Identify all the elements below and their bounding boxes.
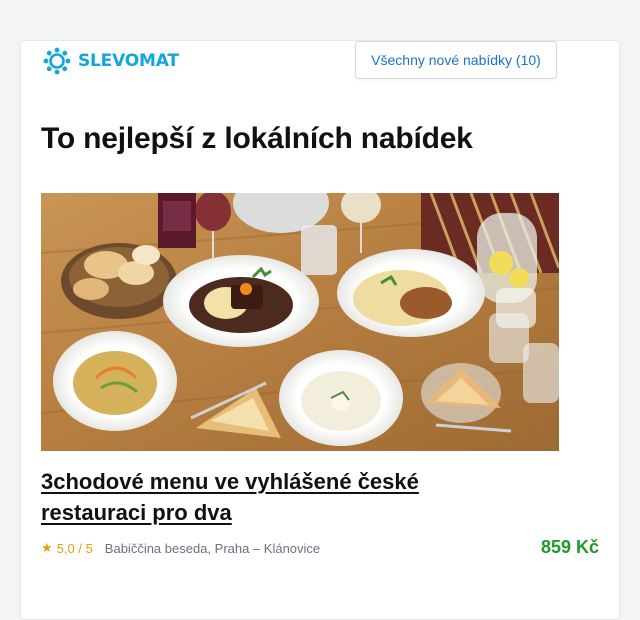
offer-price: 859 Kč [540, 537, 599, 557]
offer-image[interactable] [41, 193, 559, 451]
logo-text: SLEVOMAT [78, 51, 179, 71]
gear-icon [43, 47, 71, 75]
offer-location: Babiččina beseda, Praha – Klánovice [104, 540, 321, 556]
offer-meta: ★ 5,0 / 5 Babiččina beseda, Praha – Klán… [41, 540, 320, 556]
star-icon: ★ [41, 540, 53, 555]
offer-title-link[interactable]: 3chodové menu ve vyhlášené české restaur… [41, 466, 511, 528]
slevomat-logo[interactable]: SLEVOMAT [42, 46, 179, 76]
offer-rating: 5,0 / 5 [56, 540, 93, 556]
page-headline: To nejlepší z lokálních nabídek [41, 122, 473, 155]
all-new-offers-button[interactable]: Všechny nové nabídky (10) [355, 41, 557, 79]
